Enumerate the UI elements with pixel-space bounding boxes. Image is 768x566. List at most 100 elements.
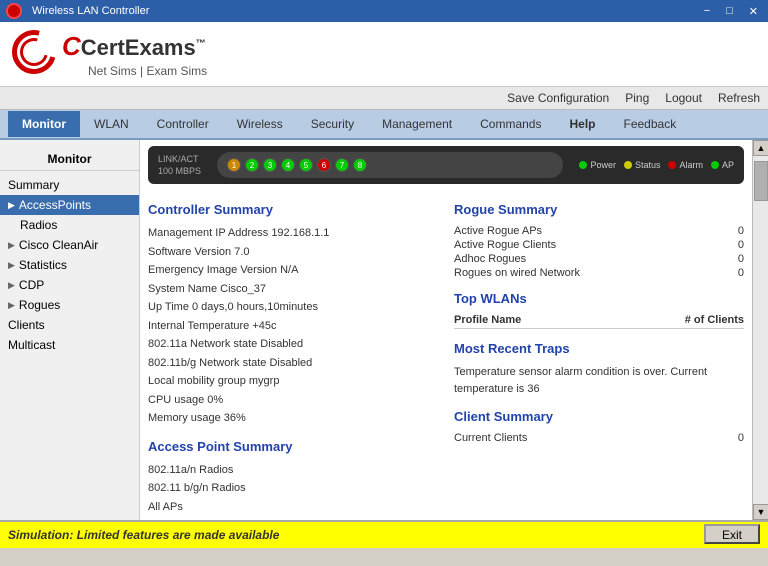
exit-button[interactable]: Exit (704, 524, 760, 544)
app-icon (6, 3, 22, 19)
traps-text: Temperature sensor alarm condition is ov… (454, 364, 744, 397)
rogue-label-0: Active Rogue APs (454, 225, 542, 237)
ping-menu[interactable]: Ping (625, 91, 649, 105)
bottom-bar: Simulation: Limited features are made av… (0, 520, 768, 548)
rogue-row-1: Active Rogue Clients 0 (454, 239, 744, 251)
sidebar-cdp-arrow: ▶ (8, 280, 15, 291)
legend-alarm-label: Alarm (679, 160, 703, 170)
sidebar-item-radios[interactable]: Radios (0, 215, 139, 235)
nav-bar: Monitor WLAN Controller Wireless Securit… (0, 110, 768, 140)
client-value-0: 0 (738, 432, 744, 444)
col-left: Controller Summary Management IP Address… (148, 198, 454, 517)
sidebar-cleanair-arrow: ▶ (8, 240, 15, 251)
nav-wlan[interactable]: WLAN (80, 111, 143, 137)
ap-linkact-label: LINK/ACT (158, 154, 201, 164)
minimize-button[interactable]: − (700, 5, 714, 18)
sidebar-title: Monitor (0, 148, 139, 171)
cs-row-3: System Name Cisco_37 (148, 281, 438, 298)
cs-row-7: 802.11b/g Network state Disabled (148, 355, 438, 372)
cs-row-6: 802.11a Network state Disabled (148, 336, 438, 353)
sidebar-accesspoints-arrow: ▶ (8, 200, 15, 211)
legend-alarm: Alarm (668, 160, 703, 170)
rogue-row-0: Active Rogue APs 0 (454, 225, 744, 237)
maximize-button[interactable]: □ (722, 5, 737, 18)
ap-port-1: 1 (227, 158, 241, 172)
scroll-down-button[interactable]: ▼ (753, 504, 768, 520)
ap-port-7: 7 (335, 158, 349, 172)
brand-sub: Net Sims | Exam Sims (88, 64, 207, 78)
nav-wireless[interactable]: Wireless (223, 111, 297, 137)
legend-status: Status (624, 160, 661, 170)
nav-management[interactable]: Management (368, 111, 466, 137)
wlan-col-profile: Profile Name (454, 314, 521, 326)
logo-icon (12, 30, 60, 78)
wlan-col-clients: # of Clients (685, 314, 744, 326)
scroll-track[interactable] (753, 156, 768, 504)
cs-row-10: Memory usage 36% (148, 410, 438, 427)
sidebar-item-accesspoints[interactable]: ▶ AccessPoints (0, 195, 139, 215)
cs-row-9: CPU usage 0% (148, 392, 438, 409)
sidebar-multicast-label: Multicast (8, 338, 55, 352)
sidebar-item-multicast[interactable]: Multicast (0, 335, 139, 355)
nav-controller[interactable]: Controller (143, 111, 223, 137)
refresh-menu[interactable]: Refresh (718, 91, 760, 105)
sidebar-radios-label: Radios (20, 218, 57, 232)
sidebar-summary-label: Summary (8, 178, 59, 192)
sidebar-item-clients[interactable]: Clients (0, 315, 139, 335)
content-area: Monitor Summary ▶ AccessPoints Radios ▶ … (0, 140, 768, 520)
cs-row-1: Software Version 7.0 (148, 244, 438, 261)
nav-feedback[interactable]: Feedback (610, 111, 691, 137)
sidebar-statistics-arrow: ▶ (8, 260, 15, 271)
nav-monitor[interactable]: Monitor (8, 111, 80, 137)
sidebar-rogues-arrow: ▶ (8, 300, 15, 311)
logo-area: CCertExams™ Net Sims | Exam Sims (12, 30, 207, 78)
rogue-value-2: 0 (738, 253, 744, 265)
legend-ap-dot (711, 161, 719, 169)
ap-port-2: 2 (245, 158, 259, 172)
wlan-header: Profile Name # of Clients (454, 314, 744, 329)
rogue-value-0: 0 (738, 225, 744, 237)
app-header: CCertExams™ Net Sims | Exam Sims (0, 22, 768, 87)
ap-port-4: 4 (281, 158, 295, 172)
cs-row-0: Management IP Address 192.168.1.1 (148, 225, 438, 242)
ap-summary-section: Access Point Summary 802.11a/n Radios 80… (148, 439, 438, 516)
nav-help[interactable]: Help (555, 111, 609, 137)
scrollbar[interactable]: ▲ ▼ (752, 140, 768, 520)
sidebar-item-summary[interactable]: Summary (0, 175, 139, 195)
nav-security[interactable]: Security (297, 111, 368, 137)
sidebar-item-statistics[interactable]: ▶ Statistics (0, 255, 139, 275)
sidebar-clients-label: Clients (8, 318, 45, 332)
sidebar-cleanair-label: Cisco CleanAir (19, 238, 98, 252)
nav-commands[interactable]: Commands (466, 111, 555, 137)
ap-port-6: 6 (317, 158, 331, 172)
ap-speed-label: 100 MBPS (158, 166, 201, 176)
two-col: Controller Summary Management IP Address… (140, 190, 752, 520)
ap-diagram: LINK/ACT 100 MBPS 1 2 3 4 5 6 7 8 (148, 146, 744, 184)
col-right: Rogue Summary Active Rogue APs 0 Active … (454, 198, 744, 517)
client-row-0: Current Clients 0 (454, 432, 744, 444)
cs-row-2: Emergency Image Version N/A (148, 262, 438, 279)
cs-row-5: Internal Temperature +45c (148, 318, 438, 335)
title-controls: − □ ✕ (700, 5, 762, 18)
client-summary-title: Client Summary (454, 409, 744, 424)
logo-text: CCertExams™ Net Sims | Exam Sims (62, 31, 207, 78)
scroll-thumb[interactable] (754, 161, 768, 201)
sidebar-item-cdp[interactable]: ▶ CDP (0, 275, 139, 295)
legend-alarm-dot (668, 161, 676, 169)
sidebar-item-rogues[interactable]: ▶ Rogues (0, 295, 139, 315)
rogue-row-3: Rogues on wired Network 0 (454, 267, 744, 279)
client-summary-section: Client Summary Current Clients 0 (454, 409, 744, 444)
simulation-text: Simulation: Limited features are made av… (8, 528, 279, 542)
ap-port-8: 8 (353, 158, 367, 172)
sidebar-item-cleanair[interactable]: ▶ Cisco CleanAir (0, 235, 139, 255)
close-button[interactable]: ✕ (745, 5, 762, 18)
legend-ap-label: AP (722, 160, 734, 170)
legend-power-label: Power (590, 160, 616, 170)
top-wlans-title: Top WLANs (454, 291, 744, 306)
top-menu-bar: Save Configuration Ping Logout Refresh (0, 87, 768, 110)
legend-power-dot (579, 161, 587, 169)
scroll-up-button[interactable]: ▲ (753, 140, 768, 156)
logout-menu[interactable]: Logout (665, 91, 702, 105)
cs-row-4: Up Time 0 days,0 hours,10minutes (148, 299, 438, 316)
save-config-menu[interactable]: Save Configuration (507, 91, 609, 105)
